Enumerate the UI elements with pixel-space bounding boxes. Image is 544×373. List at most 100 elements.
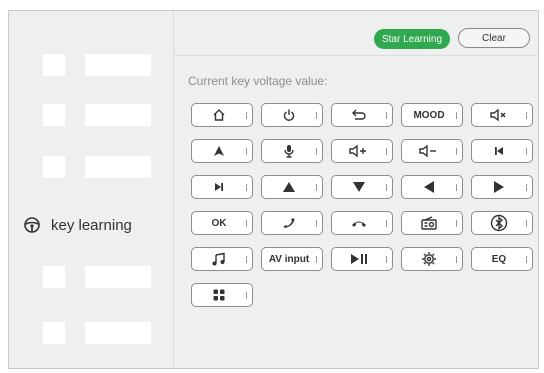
home-icon <box>212 108 226 122</box>
key-right[interactable] <box>471 175 533 199</box>
key-power[interactable] <box>261 103 323 127</box>
key-indicator <box>386 112 387 119</box>
previous-icon <box>493 145 505 157</box>
sidebar-item-key-learning[interactable]: key learning <box>23 213 132 237</box>
key-label: AV input <box>268 253 310 265</box>
power-icon <box>282 108 296 122</box>
key-indicator <box>386 148 387 155</box>
key-prev[interactable] <box>471 139 533 163</box>
key-radio[interactable] <box>401 211 463 235</box>
key-indicator <box>316 220 317 227</box>
sidebar-item-label-placeholder <box>85 156 151 178</box>
key-indicator <box>246 148 247 155</box>
bluetooth-icon <box>489 214 509 232</box>
sidebar-item-placeholder[interactable] <box>43 54 183 78</box>
key-next[interactable] <box>191 175 253 199</box>
up-arrow-icon <box>282 181 296 193</box>
key-indicator <box>456 184 457 191</box>
key-ok[interactable]: OK <box>191 211 253 235</box>
sidebar-item-placeholder[interactable] <box>43 156 183 180</box>
key-indicator <box>526 184 527 191</box>
key-mic[interactable] <box>261 139 323 163</box>
key-vol-up[interactable] <box>331 139 393 163</box>
key-home[interactable] <box>191 103 253 127</box>
key-av-input[interactable]: AV input <box>261 247 323 271</box>
key-indicator <box>456 112 457 119</box>
sidebar-item-label-placeholder <box>85 54 151 76</box>
phone-hangup-icon <box>350 217 368 229</box>
key-indicator <box>316 184 317 191</box>
radio-icon <box>420 216 438 230</box>
key-up[interactable] <box>261 175 323 199</box>
key-indicator <box>246 184 247 191</box>
key-label: EQ <box>491 253 507 265</box>
key-apps[interactable] <box>191 283 253 307</box>
key-indicator <box>246 112 247 119</box>
key-indicator <box>386 220 387 227</box>
main-panel: Star Learning Clear Current key voltage … <box>174 11 538 368</box>
volume-up-icon <box>348 144 370 158</box>
phone-answer-icon <box>281 216 297 230</box>
key-vol-down[interactable] <box>401 139 463 163</box>
navigation-icon <box>213 145 225 157</box>
apps-grid-icon <box>212 288 226 302</box>
microphone-icon <box>283 144 295 158</box>
sidebar-item-icon-placeholder <box>43 322 65 344</box>
sidebar-item-placeholder[interactable] <box>43 266 183 290</box>
sidebar-item-label: key learning <box>51 216 132 234</box>
sidebar-item-label-placeholder <box>85 266 151 288</box>
key-label: OK <box>211 217 227 229</box>
key-play-pause[interactable] <box>331 247 393 271</box>
key-down[interactable] <box>331 175 393 199</box>
key-music[interactable] <box>191 247 253 271</box>
music-icon <box>211 252 227 266</box>
volume-down-icon <box>418 144 440 158</box>
sidebar: key learning <box>9 11 174 368</box>
key-left[interactable] <box>401 175 463 199</box>
sidebar-item-icon-placeholder <box>43 54 65 76</box>
app-frame: key learning Star Learning Clear Current… <box>8 10 539 369</box>
key-eq[interactable]: EQ <box>471 247 533 271</box>
play-pause-icon <box>349 253 369 265</box>
key-mood[interactable]: MOOD <box>401 103 463 127</box>
key-indicator <box>246 292 247 299</box>
steering-wheel-icon <box>23 216 41 234</box>
mute-icon <box>489 108 509 122</box>
key-label: MOOD <box>413 109 445 121</box>
sidebar-item-label-placeholder <box>85 104 151 126</box>
key-indicator <box>456 220 457 227</box>
key-indicator <box>316 148 317 155</box>
right-arrow-icon <box>493 180 505 194</box>
key-indicator <box>246 256 247 263</box>
sidebar-item-icon-placeholder <box>43 104 65 126</box>
key-bluetooth[interactable] <box>471 211 533 235</box>
key-indicator <box>386 184 387 191</box>
key-settings[interactable] <box>401 247 463 271</box>
settings-icon <box>421 251 437 267</box>
clear-button[interactable]: Clear <box>458 28 530 48</box>
key-back[interactable] <box>331 103 393 127</box>
sidebar-item-placeholder[interactable] <box>43 104 183 128</box>
down-arrow-icon <box>352 181 366 193</box>
key-nav[interactable] <box>191 139 253 163</box>
key-mute[interactable] <box>471 103 533 127</box>
key-indicator <box>526 112 527 119</box>
key-phone-hangup[interactable] <box>331 211 393 235</box>
sidebar-item-placeholder[interactable] <box>43 322 183 346</box>
key-phone-answer[interactable] <box>261 211 323 235</box>
top-bar: Star Learning Clear <box>174 11 538 56</box>
key-indicator <box>526 256 527 263</box>
back-icon <box>351 108 367 122</box>
sidebar-item-icon-placeholder <box>43 266 65 288</box>
left-arrow-icon <box>423 180 435 194</box>
sidebar-item-label-placeholder <box>85 322 151 344</box>
key-indicator <box>386 256 387 263</box>
key-indicator <box>316 256 317 263</box>
key-indicator <box>526 220 527 227</box>
key-indicator <box>316 112 317 119</box>
key-indicator <box>456 148 457 155</box>
key-indicator <box>246 220 247 227</box>
voltage-label: Current key voltage value: <box>188 74 328 88</box>
key-indicator <box>526 148 527 155</box>
start-learning-button[interactable]: Star Learning <box>374 29 450 49</box>
